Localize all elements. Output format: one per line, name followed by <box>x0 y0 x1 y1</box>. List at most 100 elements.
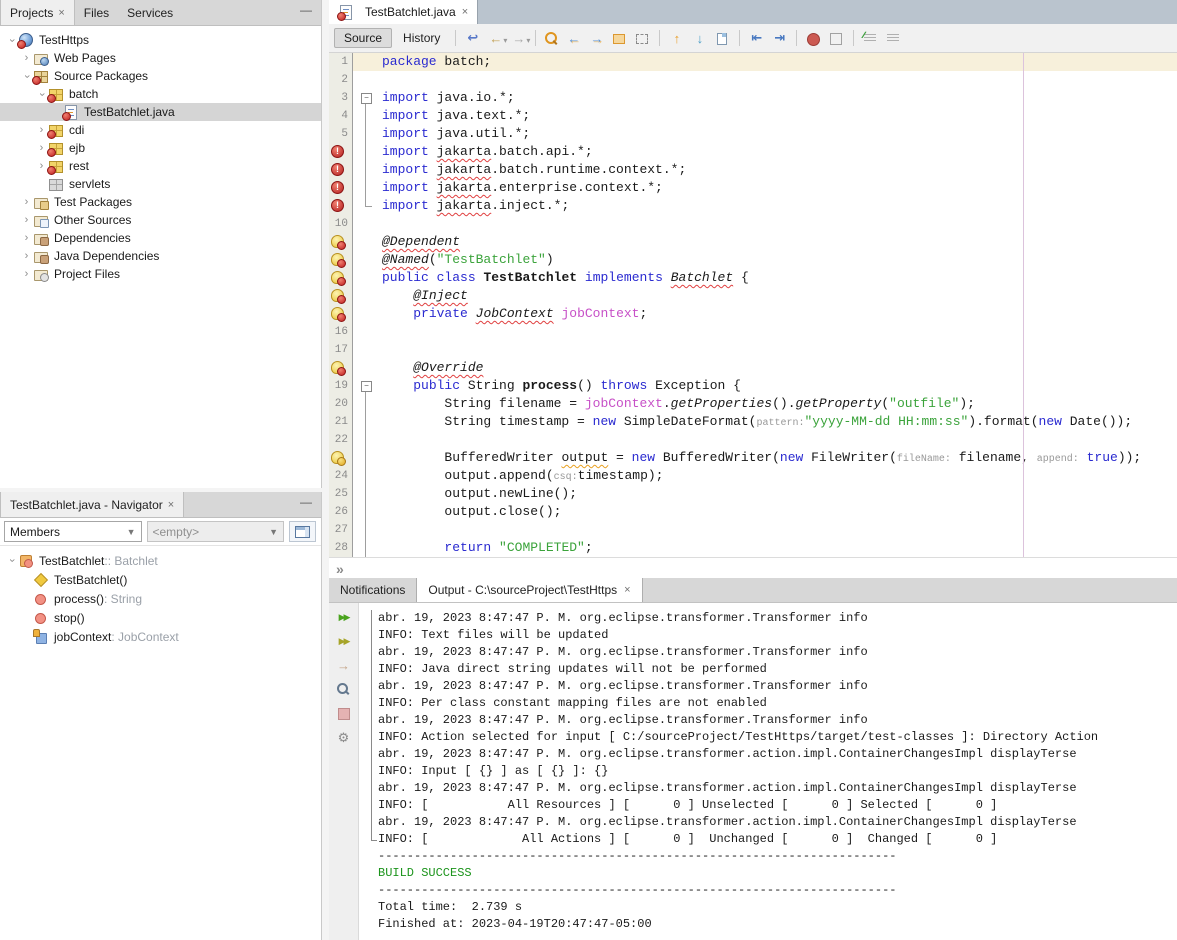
code-text[interactable]: import java.util.*; <box>379 125 1177 143</box>
hint-error-icon[interactable] <box>331 307 344 320</box>
minimize-icon[interactable]: — <box>300 3 312 17</box>
highlight-icon[interactable] <box>609 29 630 48</box>
tree-item-jobcontext[interactable]: jobContext : JobContext <box>0 627 321 646</box>
code-text[interactable]: @Dependent <box>379 233 1177 251</box>
find-prev-icon[interactable] <box>563 29 584 48</box>
code-text[interactable]: import java.text.*; <box>379 107 1177 125</box>
hint-error-icon[interactable] <box>331 253 344 266</box>
close-icon[interactable]: × <box>58 7 64 19</box>
hint-error-icon[interactable] <box>331 289 344 302</box>
gutter-cell[interactable] <box>329 287 353 305</box>
breadcrumb-expand-icon[interactable]: » <box>336 561 344 577</box>
code-text[interactable]: String timestamp = new SimpleDateFormat(… <box>379 413 1177 431</box>
tree-item-testbatchlet-java[interactable]: TestBatchlet.java <box>0 103 321 121</box>
tree-item-process[interactable]: process() : String <box>0 589 321 608</box>
code-text[interactable] <box>379 323 1177 341</box>
code-text[interactable] <box>379 341 1177 359</box>
error-badge-icon[interactable] <box>331 145 344 158</box>
gutter-cell[interactable] <box>329 251 353 269</box>
back-icon[interactable] <box>485 29 506 48</box>
gutter-cell[interactable] <box>329 449 353 467</box>
find-icon[interactable] <box>542 29 561 48</box>
rerun-goals-icon[interactable] <box>335 634 353 649</box>
code-text[interactable]: import jakarta.batch.runtime.context.*; <box>379 161 1177 179</box>
tree-item-web-pages[interactable]: ›Web Pages <box>0 49 321 67</box>
gutter-cell[interactable] <box>329 269 353 287</box>
expander-icon[interactable]: › <box>6 554 17 567</box>
record-macro-icon[interactable] <box>803 29 824 48</box>
gutter-cell[interactable] <box>329 143 353 161</box>
expander-icon[interactable]: › <box>20 269 33 280</box>
shift-right-icon[interactable] <box>769 29 790 48</box>
tree-item-testhttps[interactable]: ›TestHttps <box>0 31 321 49</box>
code-text[interactable]: @Named("TestBatchlet") <box>379 251 1177 269</box>
tree-item-test-packages[interactable]: ›Test Packages <box>0 193 321 211</box>
rect-select-icon[interactable] <box>632 29 653 48</box>
gutter-cell[interactable]: 1 <box>329 53 353 71</box>
hint-error-icon[interactable] <box>331 235 344 248</box>
tree-item-testbatchlet[interactable]: ›TestBatchlet :: Batchlet <box>0 551 321 570</box>
fold-toggle-icon[interactable] <box>353 89 379 107</box>
stop-macro-icon[interactable] <box>826 29 847 48</box>
close-icon[interactable]: × <box>624 584 630 596</box>
gutter-cell[interactable]: 3 <box>329 89 353 107</box>
gutter-cell[interactable]: 22 <box>329 431 353 449</box>
error-badge-icon[interactable] <box>331 181 344 194</box>
gutter-cell[interactable]: 20 <box>329 395 353 413</box>
output-log[interactable]: abr. 19, 2023 8:47:47 P. M. org.eclipse.… <box>359 603 1177 940</box>
code-text[interactable]: output.close(); <box>379 503 1177 521</box>
forward-icon[interactable] <box>508 29 529 48</box>
source-view-button[interactable]: Source <box>334 28 392 48</box>
gutter-cell[interactable]: 27 <box>329 521 353 539</box>
gutter-cell[interactable]: 21 <box>329 413 353 431</box>
find-next-icon[interactable] <box>586 29 607 48</box>
options-icon[interactable] <box>335 730 353 745</box>
tree-item-batch[interactable]: ›batch <box>0 85 321 103</box>
expander-icon[interactable]: › <box>20 197 33 208</box>
close-icon[interactable]: × <box>168 499 174 511</box>
code-text[interactable]: import jakarta.batch.api.*; <box>379 143 1177 161</box>
code-text[interactable]: import jakarta.inject.*; <box>379 197 1177 215</box>
show-inherited-button[interactable] <box>289 521 316 542</box>
expander-icon[interactable]: › <box>20 251 33 262</box>
code-text[interactable] <box>379 521 1177 539</box>
gutter-cell[interactable]: 19 <box>329 377 353 395</box>
editor-tab-testbatchlet[interactable]: TestBatchlet.java × <box>329 0 478 24</box>
expander-icon[interactable]: › <box>20 233 33 244</box>
tree-item-servlets[interactable]: servlets <box>0 175 321 193</box>
gutter-cell[interactable] <box>329 359 353 377</box>
code-text[interactable]: public String process() throws Exception… <box>379 377 1177 395</box>
expander-icon[interactable]: › <box>36 88 47 101</box>
tree-item-stop[interactable]: stop() <box>0 608 321 627</box>
tab-files[interactable]: Files <box>75 0 118 25</box>
gutter-cell[interactable]: 4 <box>329 107 353 125</box>
tree-item-other-sources[interactable]: ›Other Sources <box>0 211 321 229</box>
gutter-cell[interactable]: 2 <box>329 71 353 89</box>
tab-output[interactable]: Output - C:\sourceProject\TestHttps × <box>416 578 642 602</box>
tab-navigator[interactable]: TestBatchlet.java - Navigator × <box>0 492 184 517</box>
code-text[interactable]: output.append(csq:timestamp); <box>379 467 1177 485</box>
gutter-cell[interactable] <box>329 197 353 215</box>
history-view-button[interactable]: History <box>394 29 449 47</box>
gutter-cell[interactable]: 25 <box>329 485 353 503</box>
gutter-cell[interactable]: 16 <box>329 323 353 341</box>
tree-item-source-packages[interactable]: ›Source Packages <box>0 67 321 85</box>
tree-item-cdi[interactable]: ›cdi <box>0 121 321 139</box>
code-text[interactable]: @Override <box>379 359 1177 377</box>
toggle-bookmark-icon[interactable] <box>712 29 733 48</box>
resume-icon[interactable] <box>335 658 353 673</box>
expander-icon[interactable]: › <box>6 34 17 47</box>
code-text[interactable]: return "COMPLETED"; <box>379 539 1177 557</box>
gutter-cell[interactable] <box>329 233 353 251</box>
code-text[interactable]: BufferedWriter output = new BufferedWrit… <box>379 449 1177 467</box>
hint-warning-icon[interactable] <box>331 451 344 464</box>
search-icon[interactable] <box>335 682 353 697</box>
rerun-icon[interactable] <box>335 610 353 625</box>
code-text[interactable]: String filename = jobContext.getProperti… <box>379 395 1177 413</box>
last-edit-icon[interactable] <box>462 29 483 48</box>
shift-left-icon[interactable] <box>746 29 767 48</box>
comment-icon[interactable] <box>860 29 881 48</box>
gutter-cell[interactable] <box>329 305 353 323</box>
tree-item-java-dependencies[interactable]: ›Java Dependencies <box>0 247 321 265</box>
minimize-icon[interactable]: — <box>300 495 312 509</box>
